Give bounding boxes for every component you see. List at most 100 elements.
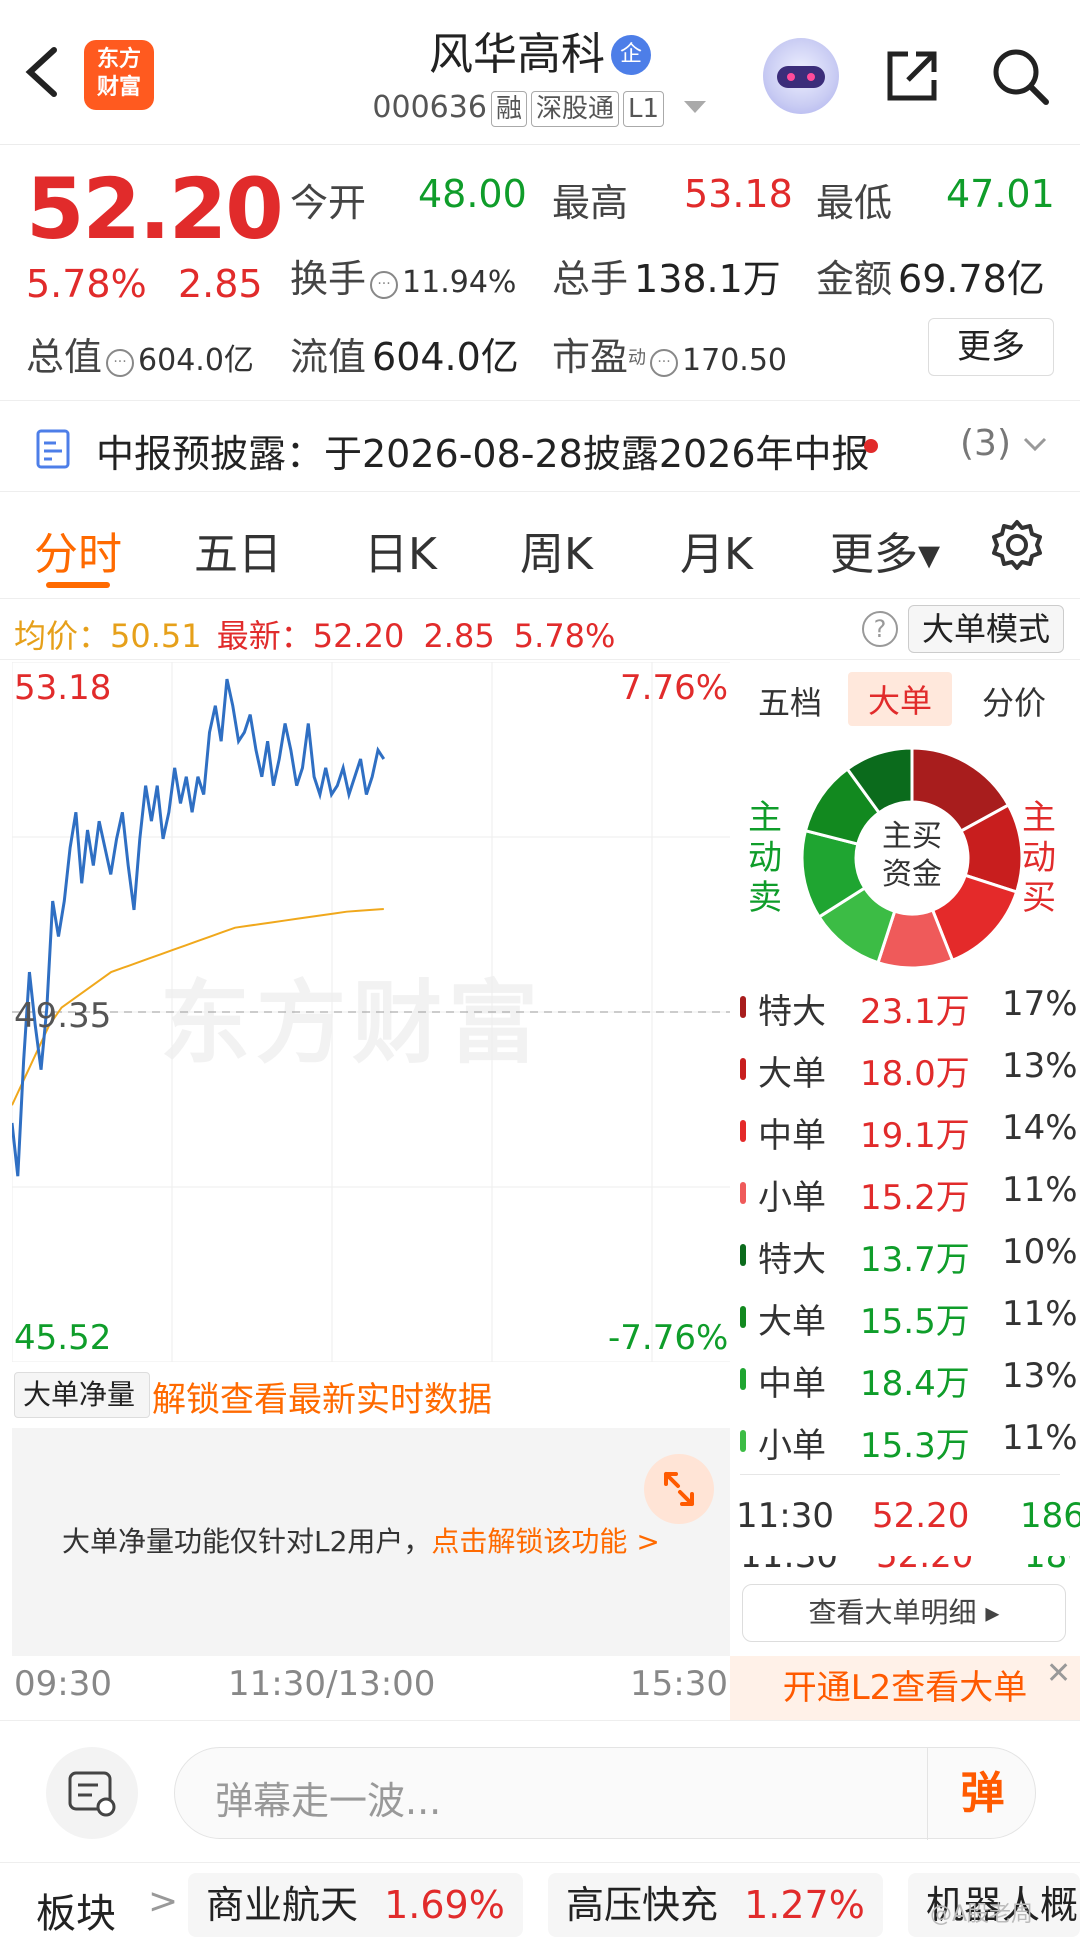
flow-row-sell: 特大 13.7万 10% [740,1224,1080,1286]
flow-color-bar [740,1368,746,1390]
eye-icon[interactable]: ··· [370,271,399,299]
close-icon[interactable]: ✕ [1046,1656,1071,1691]
flow-label: 中单 [758,1116,826,1156]
open-value: 48.00 [418,172,527,216]
tab-monthly-k[interactable]: 月K [680,518,753,582]
open-label: 今开 [290,181,367,225]
latest-value: 52.20 [312,617,405,655]
latest-change: 2.85 [423,617,495,655]
high-label: 最高 [552,181,629,225]
flow-color-bar [740,1120,746,1142]
tab-daily-k[interactable]: 日K [364,518,437,582]
flow-row-buy: 中单 19.1万 14% [740,1100,1080,1162]
sector-pct: 1.27% [744,1883,865,1927]
mktcap-field: 总值 ··· 604.0亿 [26,326,254,381]
volume-field: 总手 138.1万 [552,248,781,303]
disclosure-banner[interactable]: 中报预披露：于2026-08-28披露2026年中报 (3) [0,400,1080,492]
danmu-input[interactable]: 弹幕走一波... 弹 [174,1747,1037,1840]
current-price: 52.20 [26,160,284,258]
chart-grid [12,662,730,1362]
flow-label: 特大 [758,992,826,1032]
intraday-chart[interactable] [12,662,730,1362]
flow-label: 中单 [758,1364,826,1404]
chevron-down-icon [1023,437,1047,452]
more-quote-button[interactable]: 更多 [928,318,1054,376]
flow-amount: 15.3万 [860,1426,970,1466]
tag-connect: 深股通 [530,91,619,127]
low-value: 47.01 [946,172,1055,216]
volume-value: 138.1万 [634,257,781,301]
big-net-select[interactable]: 大单净量 ▾ [14,1372,150,1455]
flow-label: 小单 [758,1426,826,1466]
tick-volume: 186 [1024,1556,1070,1570]
flow-percent: 14% [1002,1108,1078,1148]
float-value: 604.0亿 [372,335,519,379]
enterprise-badge: 企 [611,35,651,75]
tab-five-levels[interactable]: 五档 [758,678,822,724]
flow-amount: 15.2万 [860,1178,970,1218]
flow-amount: 23.1万 [860,992,970,1032]
order-panel-tabs: 五档 大单 分价 [740,668,1080,730]
danmu-settings-button[interactable] [46,1747,138,1839]
amount-label: 金额 [816,257,893,301]
flow-color-bar [740,1182,746,1204]
l2-message-text: 大单净量功能仅针对L2用户， [62,1525,432,1558]
view-big-order-details-button[interactable]: 查看大单明细 ▸ [742,1584,1066,1642]
eye-icon[interactable]: ··· [650,349,679,377]
danmu-placeholder: 弹幕走一波... [215,1779,442,1823]
active-sell-label: 主动卖 [748,798,782,918]
robot-assistant-icon[interactable] [763,38,839,114]
search-icon[interactable] [988,44,1052,108]
flow-label: 特大 [758,1240,826,1280]
flow-color-bar [740,1058,746,1080]
tab-intraday[interactable]: 分时 [34,518,122,582]
mktcap-label: 总值 [26,335,103,379]
time-label-open: 09:30 [14,1664,112,1704]
time-label-close: 15:30 [630,1664,728,1704]
help-icon[interactable]: ? [862,611,898,647]
avg-value: 50.51 [110,617,202,655]
amount-field: 金额 69.78亿 [816,248,1045,303]
tab-big-orders[interactable]: 大单 [848,672,953,726]
share-icon[interactable] [882,46,942,106]
float-field: 流值 604.0亿 [290,326,519,381]
sector-chip[interactable]: 高压快充 1.27% [548,1873,883,1937]
tick-price: 52.20 [872,1496,970,1536]
tick-price: 52.20 [876,1556,973,1570]
donut-center-label: 主买 资金 [882,819,942,892]
sector-bar: 板块 > 商业航天 1.69% 高压快充 1.27% 机器人概 [0,1862,1080,1944]
l2-locked-panel: 大单净量功能仅针对L2用户，点击解锁该功能 > [12,1428,730,1656]
flow-amount: 19.1万 [860,1116,970,1156]
tab-five-day[interactable]: 五日 [194,518,282,582]
flow-amount: 18.4万 [860,1364,970,1404]
open-l2-banner[interactable]: 开通L2查看大单 [730,1656,1080,1720]
unlock-feature-link[interactable]: 点击解锁该功能 > [431,1525,659,1558]
flow-color-bar [740,996,746,1018]
sector-title: 板块 [36,1891,116,1937]
latest-label: 最新： [216,617,313,655]
danmu-toggle-button[interactable]: 弹 [927,1748,1037,1840]
tick-row: 11:30 52.20 186 [736,1496,1080,1546]
caret-down-icon [683,101,706,113]
flow-row-sell: 大单 15.5万 11% [740,1286,1080,1348]
eye-icon[interactable]: ··· [106,349,135,377]
tab-price-distribution[interactable]: 分价 [982,678,1046,724]
y-mid-label: 49.35 [14,996,112,1036]
unread-dot [864,439,878,453]
active-tab-indicator [46,582,110,588]
flow-percent: 13% [1002,1046,1078,1086]
tab-more[interactable]: 更多▾ [830,518,940,582]
volume-label: 总手 [552,257,629,301]
time-label-midday: 11:30/13:00 [228,1664,436,1704]
gear-icon[interactable] [990,518,1044,572]
unlock-realtime-link[interactable]: 解锁查看最新实时数据 [152,1372,492,1421]
tab-weekly-k[interactable]: 周K [520,518,593,582]
avg-label: 均价： [14,617,111,655]
sector-chevron-icon[interactable]: > [148,1881,178,1922]
expand-icon[interactable] [644,1454,714,1524]
flow-percent: 17% [1002,984,1078,1024]
big-order-mode-button[interactable]: 大单模式 [908,605,1064,653]
low-label: 最低 [816,181,893,225]
y-max-label: 53.18 [14,668,112,708]
sector-chip[interactable]: 商业航天 1.69% [188,1873,523,1937]
